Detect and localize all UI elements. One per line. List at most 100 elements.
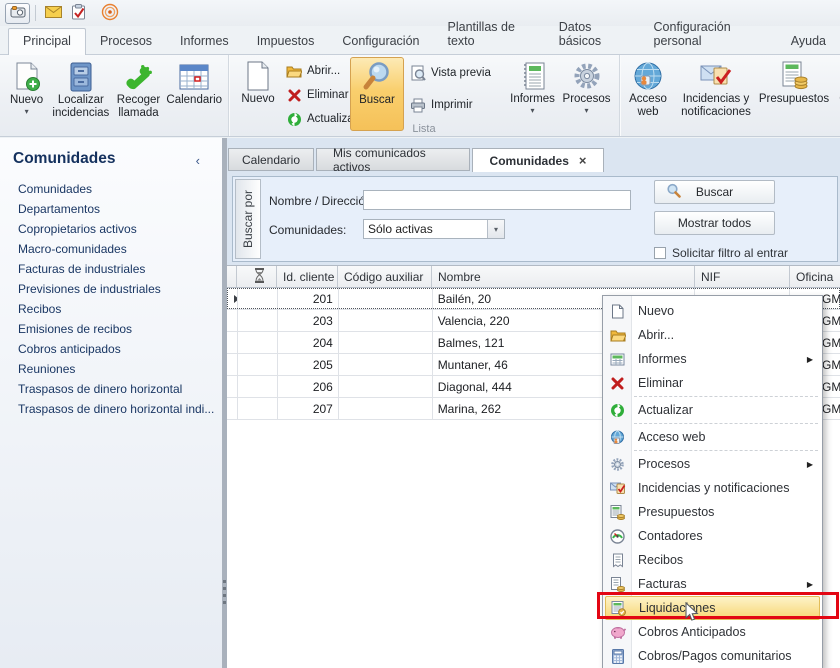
ribbon-tab-impuestos[interactable]: Impuestos <box>243 29 329 54</box>
submenu-arrow-icon: ▶ <box>807 460 813 469</box>
phone-icon <box>10 5 26 22</box>
menu-separator <box>634 423 818 424</box>
sidebar-item-macro-comunidades[interactable]: Macro-comunidades <box>0 239 222 259</box>
menu-item-eliminar[interactable]: Eliminar <box>603 371 822 395</box>
pickup-call-button[interactable]: Recoger llamada <box>113 58 165 132</box>
counters-button[interactable]: Contadores <box>834 57 840 131</box>
incidents-notifications-button[interactable]: Incidencias y notificaciones <box>675 57 757 131</box>
budget-coins-icon <box>609 505 626 520</box>
quick-mail-button[interactable] <box>41 3 66 24</box>
report-icon <box>609 353 626 366</box>
sidebar-item-comunidades[interactable]: Comunidades <box>0 179 222 199</box>
tab-close-icon[interactable]: × <box>579 153 587 168</box>
name-address-input[interactable] <box>363 190 631 210</box>
sidebar-item-reuniones[interactable]: Reuniones <box>0 359 222 379</box>
submenu-arrow-icon: ▶ <box>807 355 813 364</box>
new-record-button[interactable]: Nuevo <box>233 57 283 131</box>
incident-mail-icon <box>609 481 626 495</box>
ribbon-group-main: Nuevo ▾ Localizar incidencias Recoger ll… <box>0 55 229 136</box>
sidebar-comunidades: Comunidades ‹ Comunidades Departamentos … <box>0 138 222 668</box>
web-access-button[interactable]: Acceso web <box>624 57 672 131</box>
menu-item-nuevo[interactable]: Nuevo <box>603 299 822 323</box>
mouse-cursor-icon <box>685 602 699 626</box>
column-header-oficina[interactable]: Oficina <box>790 266 840 287</box>
menu-item-presupuestos[interactable]: Presupuestos <box>603 500 822 524</box>
web-globe-icon <box>609 430 626 445</box>
ribbon-tab-ayuda[interactable]: Ayuda <box>777 29 840 54</box>
combo-dropdown-arrow-icon[interactable]: ▾ <box>487 220 504 238</box>
sidebar-item-traspasos[interactable]: Traspasos de dinero horizontal <box>0 379 222 399</box>
menu-item-recibos[interactable]: Recibos <box>603 548 822 572</box>
calendar-icon <box>179 60 209 94</box>
sidebar-collapse-chevron-icon[interactable]: ‹ <box>196 153 200 168</box>
counter-gauge-icon <box>609 529 626 544</box>
ribbon-group-label-lista: Lista <box>229 123 619 135</box>
receipt-icon <box>609 553 626 568</box>
ribbon-tab-configuracion[interactable]: Configuración <box>328 29 433 54</box>
column-header-codigo[interactable]: Código auxiliar <box>338 266 432 287</box>
quick-tasks-button[interactable] <box>66 3 91 24</box>
search-button[interactable]: Buscar <box>654 180 775 204</box>
doc-tab-comunidades[interactable]: Comunidades × <box>472 148 604 172</box>
locate-incidents-button[interactable]: Localizar incidencias <box>49 58 112 132</box>
menu-item-actualizar[interactable]: Actualizar <box>603 398 822 422</box>
sidebar-item-emisiones[interactable]: Emisiones de recibos <box>0 319 222 339</box>
calendar-button[interactable]: Calendario <box>164 58 224 132</box>
show-all-button[interactable]: Mostrar todos <box>654 211 775 235</box>
name-address-label: Nombre / Dirección: <box>269 194 375 208</box>
ribbon-tab-plantillas[interactable]: Plantillas de texto <box>434 15 545 54</box>
ribbon-tab-procesos[interactable]: Procesos <box>86 29 166 54</box>
delete-x-icon <box>285 89 303 102</box>
communities-select[interactable]: Sólo activas ▾ <box>363 219 505 239</box>
sidebar-item-facturas-industriales[interactable]: Facturas de industriales <box>0 259 222 279</box>
menu-item-abrir[interactable]: Abrir... <box>603 323 822 347</box>
new-dropdown-button[interactable]: Nuevo ▾ <box>4 58 49 132</box>
menu-item-acceso-web[interactable]: Acceso web <box>603 425 822 449</box>
refresh-icon <box>609 403 626 418</box>
menu-item-procesos[interactable]: Procesos ▶ <box>603 452 822 476</box>
quick-phone-button[interactable] <box>5 3 30 24</box>
blank-document-icon <box>245 59 271 93</box>
menu-item-incidencias[interactable]: Incidencias y notificaciones <box>603 476 822 500</box>
printer-icon <box>409 98 427 113</box>
request-filter-checkbox[interactable] <box>654 247 666 259</box>
sidebar-item-recibos[interactable]: Recibos <box>0 299 222 319</box>
preview-print-stack: Vista previa Imprimir <box>409 62 505 116</box>
budgets-button[interactable]: Presupuestos <box>757 57 831 131</box>
column-header-id-cliente[interactable]: Id. cliente <box>277 266 338 287</box>
request-filter-checkbox-row: Solicitar filtro al entrar <box>654 246 788 260</box>
column-header-nombre[interactable]: Nombre <box>432 266 695 287</box>
sidebar-title: Comunidades <box>13 150 115 168</box>
menu-item-cobros-anticipados[interactable]: Cobros Anticipados <box>603 620 822 644</box>
search-button-ribbon[interactable]: Buscar <box>350 57 404 131</box>
print-button[interactable]: Imprimir <box>409 94 505 116</box>
doc-tab-calendario[interactable]: Calendario <box>228 148 314 171</box>
sidebar-item-departamentos[interactable]: Departamentos <box>0 199 222 219</box>
sidebar-item-copropietarios[interactable]: Copropietarios activos <box>0 219 222 239</box>
new-document-plus-icon <box>13 60 41 94</box>
toolbar-separator <box>35 5 36 21</box>
doc-tab-comunicados[interactable]: Mis comunicados activos <box>316 148 470 171</box>
sidebar-item-traspasos-indi[interactable]: Traspasos de dinero horizontal indi... <box>0 399 222 419</box>
gear-icon <box>572 59 602 93</box>
processes-dropdown-button[interactable]: Procesos ▾ <box>560 57 613 131</box>
ribbon-tab-configuracion-personal[interactable]: Configuración personal <box>640 15 777 54</box>
reports-dropdown-button[interactable]: Informes ▾ <box>506 57 559 131</box>
quick-broadcast-button[interactable] <box>97 3 122 24</box>
ribbon-tab-principal[interactable]: Principal <box>8 28 86 55</box>
menu-item-cobros-pagos[interactable]: Cobros/Pagos comunitarios <box>603 644 822 668</box>
preview-button[interactable]: Vista previa <box>409 62 505 84</box>
column-header-nif[interactable]: NIF <box>695 266 790 287</box>
busy-column-header[interactable] <box>237 266 277 287</box>
row-selector-header[interactable] <box>227 266 237 287</box>
sidebar-item-previsiones[interactable]: Previsiones de industriales <box>0 279 222 299</box>
ribbon-tab-informes[interactable]: Informes <box>166 29 243 54</box>
open-folder-icon <box>285 65 303 78</box>
menu-item-contadores[interactable]: Contadores <box>603 524 822 548</box>
ribbon-tab-datos-basicos[interactable]: Datos básicos <box>545 15 640 54</box>
menu-item-informes[interactable]: Informes ▶ <box>603 347 822 371</box>
grid-header: Id. cliente Código auxiliar Nombre NIF O… <box>227 266 840 288</box>
search-magnifier-icon <box>362 60 392 94</box>
sidebar-item-cobros-anticipados[interactable]: Cobros anticipados <box>0 339 222 359</box>
calculator-icon <box>609 649 626 664</box>
